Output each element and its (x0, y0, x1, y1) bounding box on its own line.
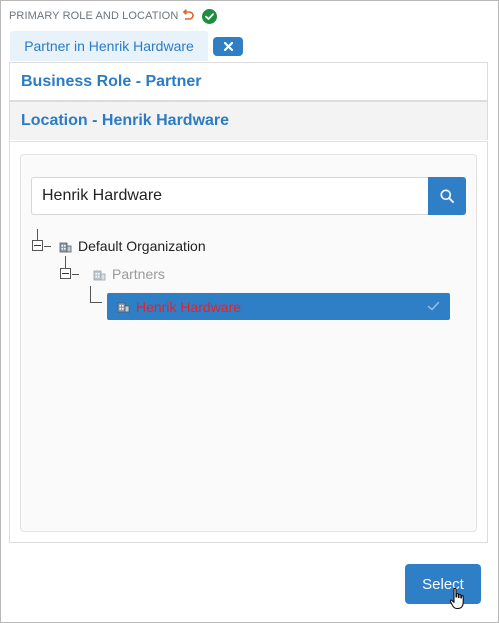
organization-icon (117, 302, 130, 313)
tree-connector (90, 286, 91, 302)
check-icon (427, 301, 440, 311)
tree-node-root[interactable]: Default Organization (59, 235, 206, 257)
collapse-root-toggle[interactable] (32, 240, 43, 251)
tree-node-henrik-hardware[interactable]: Henrik Hardware (107, 293, 450, 320)
location-panel: Default Organization Partn (9, 141, 488, 543)
tree-connector (44, 246, 51, 247)
tree-node-label: Default Organization (78, 238, 206, 254)
chip-label: Partner in Henrik Hardware (24, 38, 194, 54)
org-tree: Default Organization Partners Henrik Har… (21, 155, 476, 531)
dialog-frame: PRIMARY ROLE AND LOCATION Partner in Hen… (0, 0, 499, 623)
select-button[interactable]: Select (405, 564, 481, 604)
collapse-partners-toggle[interactable] (60, 268, 71, 279)
tree-node-partners[interactable]: Partners (93, 263, 165, 285)
tree-connector (37, 229, 38, 240)
section-location[interactable]: Location - Henrik Hardware (9, 101, 488, 140)
tree-node-label: Partners (112, 266, 165, 282)
field-header: PRIMARY ROLE AND LOCATION (9, 7, 218, 25)
undo-icon[interactable] (181, 9, 195, 23)
section-business-role-label: Business Role - Partner (21, 72, 202, 90)
tree-connector (90, 302, 102, 303)
close-icon (223, 42, 233, 51)
tree-connector (72, 274, 79, 275)
organization-icon (59, 242, 72, 252)
section-location-label: Location - Henrik Hardware (21, 112, 230, 129)
valid-check-icon (202, 8, 218, 24)
section-business-role[interactable]: Business Role - Partner (9, 62, 488, 101)
selected-role-chip[interactable]: Partner in Henrik Hardware (10, 31, 208, 61)
tree-node-label: Henrik Hardware (136, 298, 242, 315)
location-picker: Default Organization Partn (20, 154, 477, 532)
tree-connector (65, 256, 66, 268)
remove-chip-button[interactable] (213, 37, 243, 56)
organization-icon (93, 270, 106, 280)
field-label: PRIMARY ROLE AND LOCATION (9, 10, 179, 22)
